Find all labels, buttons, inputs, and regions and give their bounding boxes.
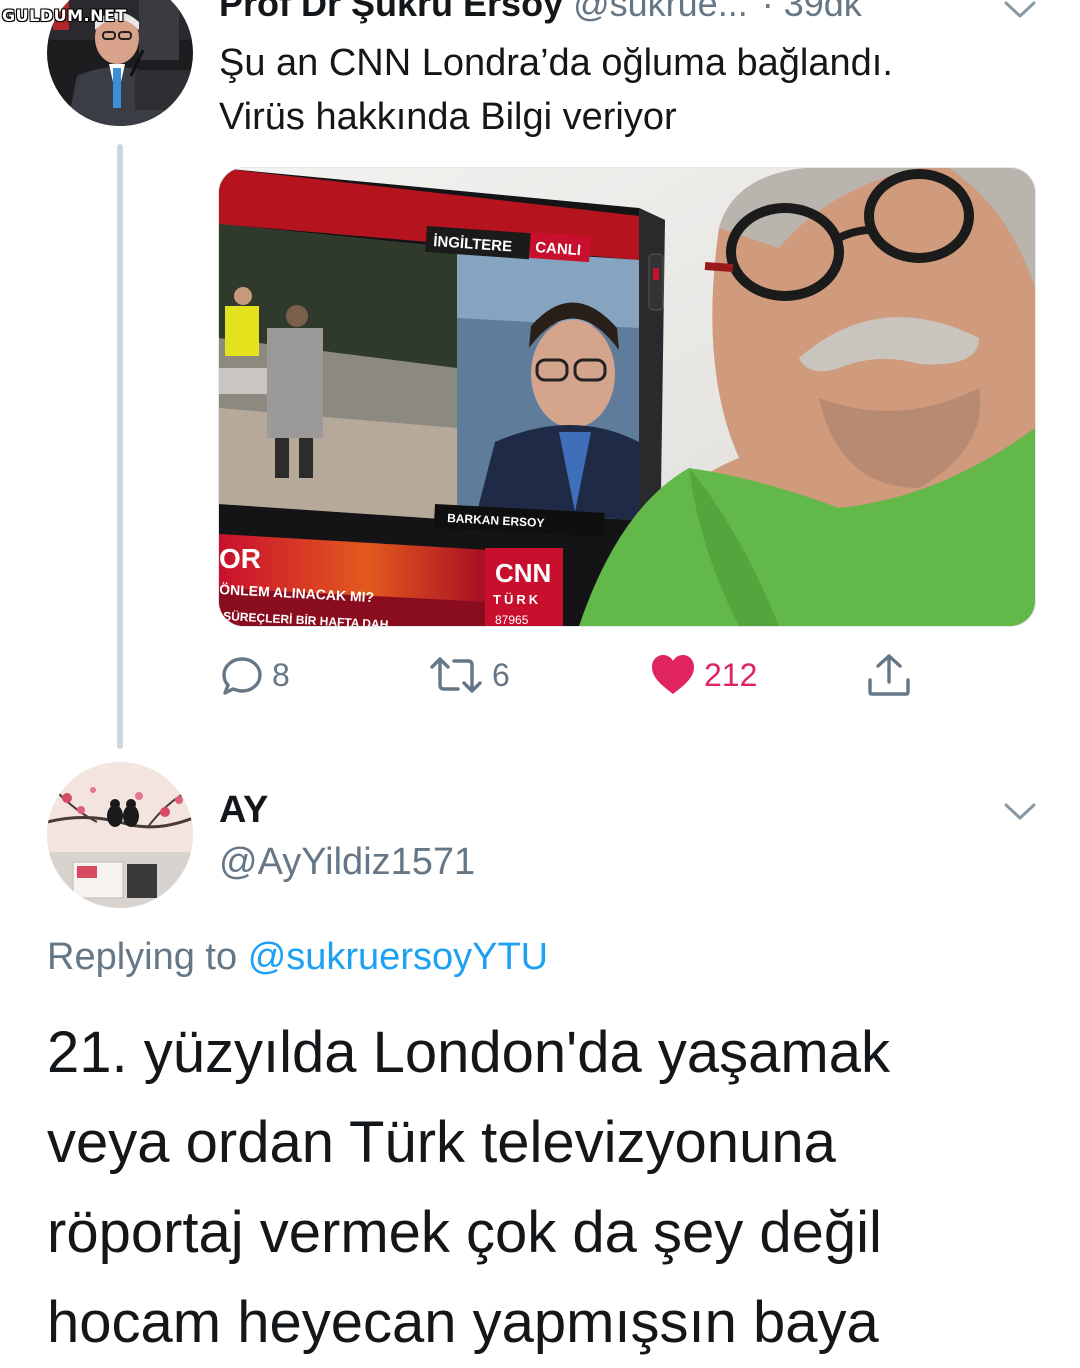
retweet-icon — [430, 657, 482, 693]
reply-author-handle[interactable]: @AyYildiz1571 — [219, 838, 475, 886]
tweet1-author-handle[interactable]: @sukrue... — [573, 0, 748, 24]
reply-author-avatar[interactable] — [47, 762, 193, 908]
site-watermark: GULDUM.NET — [2, 6, 127, 25]
like-count: 212 — [704, 656, 758, 693]
replying-to-label: Replying to — [47, 936, 238, 978]
reply-author-avatar-image — [47, 762, 193, 908]
tv-ticker-number: 87965 — [495, 613, 529, 626]
tweet1-author-name[interactable]: Prof Dr Şükrü Ersoy — [219, 0, 563, 24]
reply-count: 8 — [272, 656, 290, 693]
tweet1-text-line: Virüs hakkında Bilgi veriyor — [219, 96, 677, 138]
reply-text-line: veya ordan Türk televizyonuna — [47, 1110, 836, 1175]
tweet1-timestamp[interactable]: · 39dk — [762, 0, 862, 24]
retweet-count: 6 — [492, 656, 510, 693]
share-icon — [868, 654, 910, 696]
reply-chevron-down-icon[interactable] — [1003, 802, 1037, 822]
tweet1-photo-image: İNGİLTERE CANLI BARKAN ERSOY OR ÖNLEM AL… — [219, 168, 1035, 626]
tweet1-media-photo[interactable]: İNGİLTERE CANLI BARKAN ERSOY OR ÖNLEM AL… — [218, 167, 1036, 627]
reply-text-line: hocam heyecan yapmışsın baya — [47, 1290, 879, 1355]
share-button[interactable] — [866, 650, 912, 700]
like-button[interactable]: 212 — [650, 650, 757, 700]
reply-author-name[interactable]: AY — [219, 786, 268, 834]
tv-channel-sub: TÜRK — [493, 592, 541, 607]
reply-text: 21. yüzyılda London'da yaşamak veya orda… — [47, 1008, 1057, 1368]
retweet-button[interactable]: 6 — [428, 650, 510, 700]
heart-icon — [652, 655, 694, 694]
tweet1-header: Prof Dr Şükrü Ersoy @sukrue... · 39dk — [219, 0, 1079, 26]
tweet1-chevron-down-icon[interactable] — [1003, 0, 1037, 20]
reply-button[interactable]: 8 — [220, 650, 290, 700]
tv-tag-live: CANLI — [535, 239, 582, 259]
reply-text-line: röportaj vermek çok da şey değil — [47, 1200, 882, 1265]
tv-ticker-big: OR — [219, 543, 261, 574]
replying-to-mention-link[interactable]: @sukruersoyYTU — [248, 936, 548, 978]
tweet1-text: Şu an CNN Londra’da oğluma bağlandı. Vir… — [219, 36, 1049, 144]
reply-text-line: 21. yüzyılda London'da yaşamak — [47, 1020, 890, 1085]
tweet1-action-bar: 8 6 212 — [0, 650, 1080, 700]
reply-icon — [222, 657, 262, 695]
tweet1-text-line: Şu an CNN Londra’da oğluma bağlandı. — [219, 42, 893, 84]
tv-channel-logo: CNN — [495, 558, 551, 588]
replying-to: Replying to @sukruersoyYTU — [47, 932, 548, 982]
